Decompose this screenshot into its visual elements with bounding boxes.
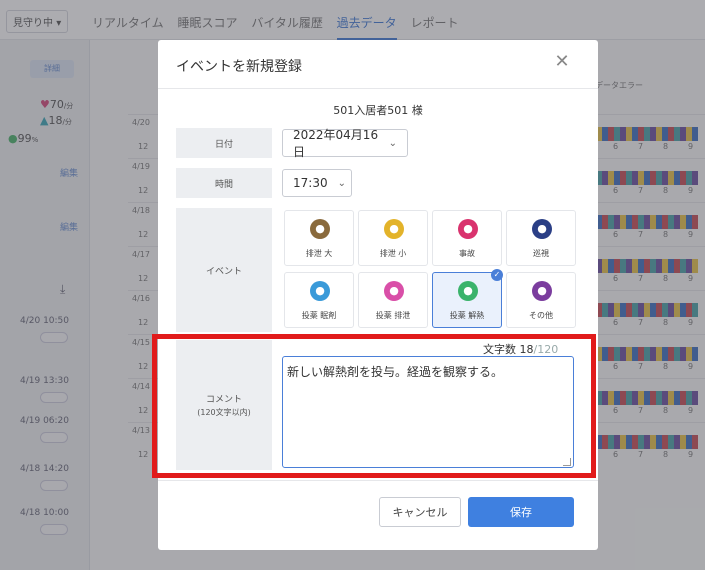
time-label: 時間 [176,168,272,198]
event-option[interactable]: ● 事故 [432,210,502,266]
medication-excretion-icon: ● [384,281,404,301]
event-option-label: 投薬 解熱 [449,311,485,320]
toilet-small-icon: ● [384,219,404,239]
footer-divider [158,480,598,481]
save-button[interactable]: 保存 [468,497,574,527]
event-option[interactable]: ● 排泄 大 [284,210,354,266]
event-label: イベント [176,208,272,332]
event-option-label: 投薬 眠剤 [301,311,337,320]
event-option-label: 事故 [459,249,475,258]
date-label: 日付 [176,128,272,158]
date-select[interactable]: 2022年04月16日 ⌄ [282,128,408,159]
event-option-label: 排泄 大 [305,249,333,258]
checkmark-icon: ✓ [491,269,503,281]
event-option[interactable]: ● 排泄 小 [358,210,428,266]
chevron-down-icon: ⌄ [388,137,397,149]
event-option[interactable]: ● 投薬 眠剤 [284,272,354,328]
patrol-icon: ● [532,219,552,239]
time-value: 17:30 [293,176,328,190]
toilet-large-icon: ● [310,219,330,239]
medication-fever-icon: ● [458,281,478,301]
event-option-label: 排泄 小 [379,249,407,258]
event-option[interactable]: ● 巡視 [506,210,576,266]
event-option[interactable]: ● その他 [506,272,576,328]
event-option-label: 巡視 [533,249,549,258]
dialog-title: イベントを新規登録 [176,59,302,75]
medication-sleep-icon: ● [310,281,330,301]
event-option[interactable]: ● 投薬 排泄 [358,272,428,328]
event-option-label: その他 [529,311,553,320]
date-value: 2022年04月16日 [293,128,379,159]
resident-name: 501入居者501 様 [333,104,423,117]
cancel-button[interactable]: キャンセル [379,497,461,527]
close-icon[interactable]: ✕ [552,52,572,72]
accident-icon: ● [458,219,478,239]
title-divider [158,88,598,89]
time-select[interactable]: 17:30 ⌄ [282,169,352,197]
comment-highlight-box [152,334,596,478]
other-icon: ● [532,281,552,301]
event-option[interactable]: ● 投薬 解熱 ✓ [432,269,503,328]
event-option-label: 投薬 排泄 [375,311,411,320]
chevron-down-icon: ⌄ [337,177,346,189]
